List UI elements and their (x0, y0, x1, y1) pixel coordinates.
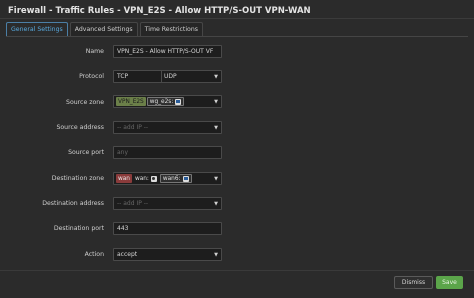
source-zone-label: Source zone (66, 99, 104, 106)
action-label: Action (84, 251, 104, 258)
protocol-label: Protocol (79, 73, 104, 80)
action-value: accept (117, 251, 138, 258)
destination-zone-label: Destination zone (51, 175, 104, 182)
title-divider (0, 18, 474, 19)
destination-port-value: 443 (117, 225, 129, 232)
protocol-udp: UDP (164, 73, 177, 80)
source-iface-label: wg_e2s: (149, 98, 174, 105)
destination-iface-wan-label: wan: (134, 175, 149, 182)
destination-zone-select[interactable]: wan wan: wan6: ▼ (113, 172, 222, 185)
dialog-title: Firewall - Traffic Rules - VPN_E2S - All… (8, 6, 311, 16)
name-input[interactable]: VPN_E2S - Allow HTTP/S-OUT VF (113, 45, 222, 58)
destination-iface-chip-wan6: wan6: (159, 174, 192, 183)
destination-zone-chip: wan (116, 174, 132, 183)
tab-time-restrictions[interactable]: Time Restrictions (139, 22, 203, 36)
name-label: Name (85, 48, 104, 55)
source-address-select[interactable]: -- add IP -- ▼ (113, 121, 222, 134)
protocol-select[interactable]: TCP UDP ▼ (113, 70, 222, 83)
action-select[interactable]: accept ▼ (113, 248, 222, 261)
chevron-down-icon: ▼ (214, 201, 218, 207)
tab-divider (6, 36, 468, 37)
chevron-down-icon: ▼ (214, 176, 218, 182)
source-zone-chip: VPN_E2S (116, 97, 146, 106)
network-icon (175, 98, 182, 105)
footer-divider (0, 270, 474, 271)
destination-address-select[interactable]: -- add IP -- ▼ (113, 197, 222, 210)
source-iface-chip: wg_e2s: (146, 97, 185, 106)
user-icon (150, 175, 157, 182)
destination-port-input[interactable]: 443 (113, 222, 222, 235)
chevron-down-icon: ▼ (214, 252, 218, 258)
tab-advanced-settings[interactable]: Advanced Settings (69, 22, 138, 36)
protocol-tcp: TCP (117, 73, 129, 80)
protocol-separator (161, 71, 162, 82)
source-port-input[interactable]: any (113, 146, 222, 159)
source-zone-select[interactable]: VPN_E2S wg_e2s: ▼ (113, 95, 222, 108)
chevron-down-icon: ▼ (214, 99, 218, 105)
tab-bar: General Settings Advanced Settings Time … (6, 22, 203, 36)
chevron-down-icon: ▼ (214, 125, 218, 131)
chevron-down-icon: ▼ (214, 74, 218, 80)
destination-iface-wan6-label: wan6: (162, 175, 181, 182)
destination-port-label: Destination port (53, 225, 104, 232)
source-port-placeholder: any (117, 149, 129, 156)
destination-address-label: Destination address (42, 200, 104, 207)
tab-general-settings[interactable]: General Settings (6, 22, 68, 36)
source-port-label: Source port (68, 149, 104, 156)
save-button[interactable]: Save (436, 276, 463, 289)
source-address-label: Source address (56, 124, 104, 131)
destination-iface-chip-wan: wan: (133, 174, 159, 183)
network-icon (182, 175, 189, 182)
source-address-placeholder: -- add IP -- (117, 124, 149, 131)
dismiss-button[interactable]: Dismiss (394, 276, 433, 289)
name-value: VPN_E2S - Allow HTTP/S-OUT VF (117, 48, 214, 55)
destination-address-placeholder: -- add IP -- (117, 200, 149, 207)
